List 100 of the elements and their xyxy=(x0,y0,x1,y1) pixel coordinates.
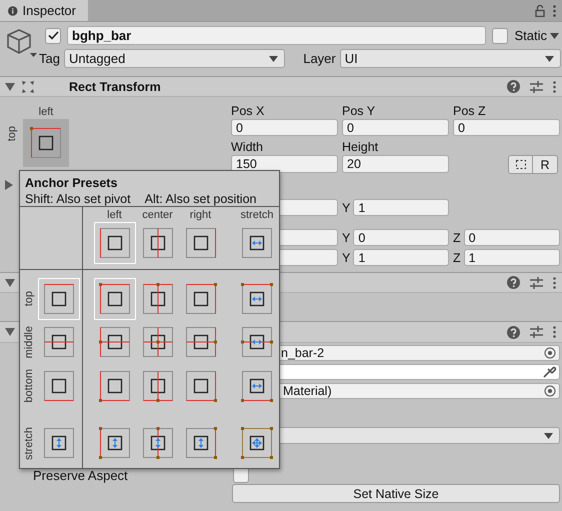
checkmark-icon xyxy=(48,31,58,40)
field-label: Height xyxy=(342,140,380,154)
anchor-preset-icon xyxy=(184,326,216,358)
anchor-preset-icon xyxy=(142,283,174,315)
popup-title: Anchor Presets xyxy=(25,176,118,190)
tag-dropdown[interactable]: Untagged xyxy=(64,49,286,68)
foldout-arrow-icon[interactable] xyxy=(5,278,15,288)
number-field[interactable]: 150 xyxy=(231,155,338,173)
anchor-preset-icon xyxy=(98,370,130,402)
column-label: right xyxy=(190,209,212,221)
preserve-aspect-label: Preserve Aspect xyxy=(33,468,129,482)
anchor-preset-button[interactable] xyxy=(94,222,136,264)
anchor-preset-icon xyxy=(43,427,75,459)
name-field[interactable]: bghp_bar xyxy=(67,26,486,45)
kebab-menu-icon[interactable] xyxy=(553,326,556,338)
help-icon[interactable] xyxy=(507,80,520,93)
foldout-arrow-icon[interactable] xyxy=(5,327,15,337)
kebab-menu-icon[interactable] xyxy=(553,80,556,92)
object-picker-icon[interactable] xyxy=(544,347,556,359)
number-field[interactable]: 1 xyxy=(353,199,449,216)
kebab-menu-icon[interactable] xyxy=(553,276,556,288)
help-icon[interactable] xyxy=(507,276,520,289)
anchor-preset-icon xyxy=(98,283,130,315)
anchor-preset-icon xyxy=(43,283,75,315)
active-checkbox[interactable] xyxy=(45,28,61,44)
number-field[interactable]: 0 xyxy=(464,229,560,246)
field-label: Pos Z xyxy=(453,104,487,118)
caret-down-icon xyxy=(269,56,278,62)
field-label: Width xyxy=(231,140,264,154)
axis-label: Z xyxy=(453,230,461,244)
anchor-preset-icon xyxy=(142,227,174,259)
anchor-preset-icon xyxy=(184,370,216,402)
sliders-icon[interactable] xyxy=(530,326,543,338)
number-field[interactable]: 1 xyxy=(353,249,449,266)
blueprint-mode-button[interactable] xyxy=(508,155,533,174)
anchor-preset-icon xyxy=(142,427,174,459)
anchor-preset-icon xyxy=(184,283,216,315)
hint-text: Shift: Also set pivot xyxy=(25,192,131,206)
kebab-menu-icon[interactable] xyxy=(553,4,556,16)
hint-text: Alt: Also set position xyxy=(144,192,256,206)
foldout-arrow-icon[interactable] xyxy=(4,180,14,190)
axis-label: Y xyxy=(342,250,350,264)
number-field[interactable]: 0 xyxy=(342,119,449,136)
anchor-presets-button[interactable] xyxy=(23,119,69,167)
layer-dropdown[interactable]: UI xyxy=(340,49,561,68)
anchor-preset-icon xyxy=(98,427,130,459)
anchor-horizontal-label: left xyxy=(38,106,54,118)
tag-label: Tag xyxy=(39,51,60,66)
static-checkbox[interactable] xyxy=(492,28,508,44)
raw-edit-button[interactable]: R xyxy=(533,155,558,174)
object-picker-icon[interactable] xyxy=(544,385,556,397)
caret-down-icon xyxy=(550,32,559,38)
column-label: left xyxy=(107,209,122,221)
anchor-preset-icon xyxy=(142,326,174,358)
anchor-preset-button[interactable] xyxy=(94,278,136,320)
rect-transform-header[interactable]: Rect Transform xyxy=(0,76,562,97)
field-label: Pos Y xyxy=(342,104,376,118)
anchor-preset-button[interactable] xyxy=(38,278,80,320)
help-icon[interactable] xyxy=(507,326,520,338)
row-label: top xyxy=(23,291,36,307)
set-native-size-button[interactable]: Set Native Size xyxy=(232,484,560,503)
row-label: middle xyxy=(23,326,36,358)
anchor-preset-icon xyxy=(43,370,75,402)
anchor-preset-icon xyxy=(241,370,273,402)
layer-label: Layer xyxy=(303,51,336,66)
sliders-icon[interactable] xyxy=(530,80,543,92)
number-field[interactable]: 20 xyxy=(342,155,449,173)
column-label: center xyxy=(142,209,173,221)
anchor-preset-icon xyxy=(98,227,130,259)
axis-label: Y xyxy=(342,200,350,214)
anchor-preset-icon xyxy=(241,283,273,315)
number-field[interactable]: 1 xyxy=(464,249,560,266)
cube-icon[interactable] xyxy=(5,26,39,58)
number-field[interactable]: 0 xyxy=(353,229,449,246)
lock-icon[interactable] xyxy=(535,4,545,16)
row-label: stretch xyxy=(23,426,36,460)
anchor-preset-icon xyxy=(30,127,62,159)
anchor-preset-icon xyxy=(43,326,75,358)
column-label: stretch xyxy=(240,209,274,221)
inspector-tab[interactable]: Inspector xyxy=(0,0,88,21)
static-dropdown[interactable]: Static xyxy=(514,26,562,45)
move-arrows-icon xyxy=(21,80,35,94)
anchor-preset-icon xyxy=(184,427,216,459)
anchor-preset-icon xyxy=(241,227,273,259)
sliders-icon[interactable] xyxy=(530,276,543,288)
row-label: bottom xyxy=(23,369,36,403)
component-title: Rect Transform xyxy=(69,80,161,94)
number-field[interactable]: 0 xyxy=(453,119,560,136)
anchor-preset-icon xyxy=(98,326,130,358)
anchor-preset-icon xyxy=(241,427,273,459)
anchor-preset-icon xyxy=(241,326,273,358)
dashed-square-icon xyxy=(516,160,526,169)
caret-down-icon xyxy=(545,56,554,62)
foldout-arrow-icon[interactable] xyxy=(5,82,15,92)
axis-label: Y xyxy=(342,230,350,244)
anchor-preset-icon xyxy=(184,227,216,259)
anchor-preset-icon xyxy=(142,370,174,402)
number-field[interactable]: 0 xyxy=(231,119,338,136)
axis-label: Z xyxy=(453,250,461,264)
field-label: Pos X xyxy=(231,104,266,118)
